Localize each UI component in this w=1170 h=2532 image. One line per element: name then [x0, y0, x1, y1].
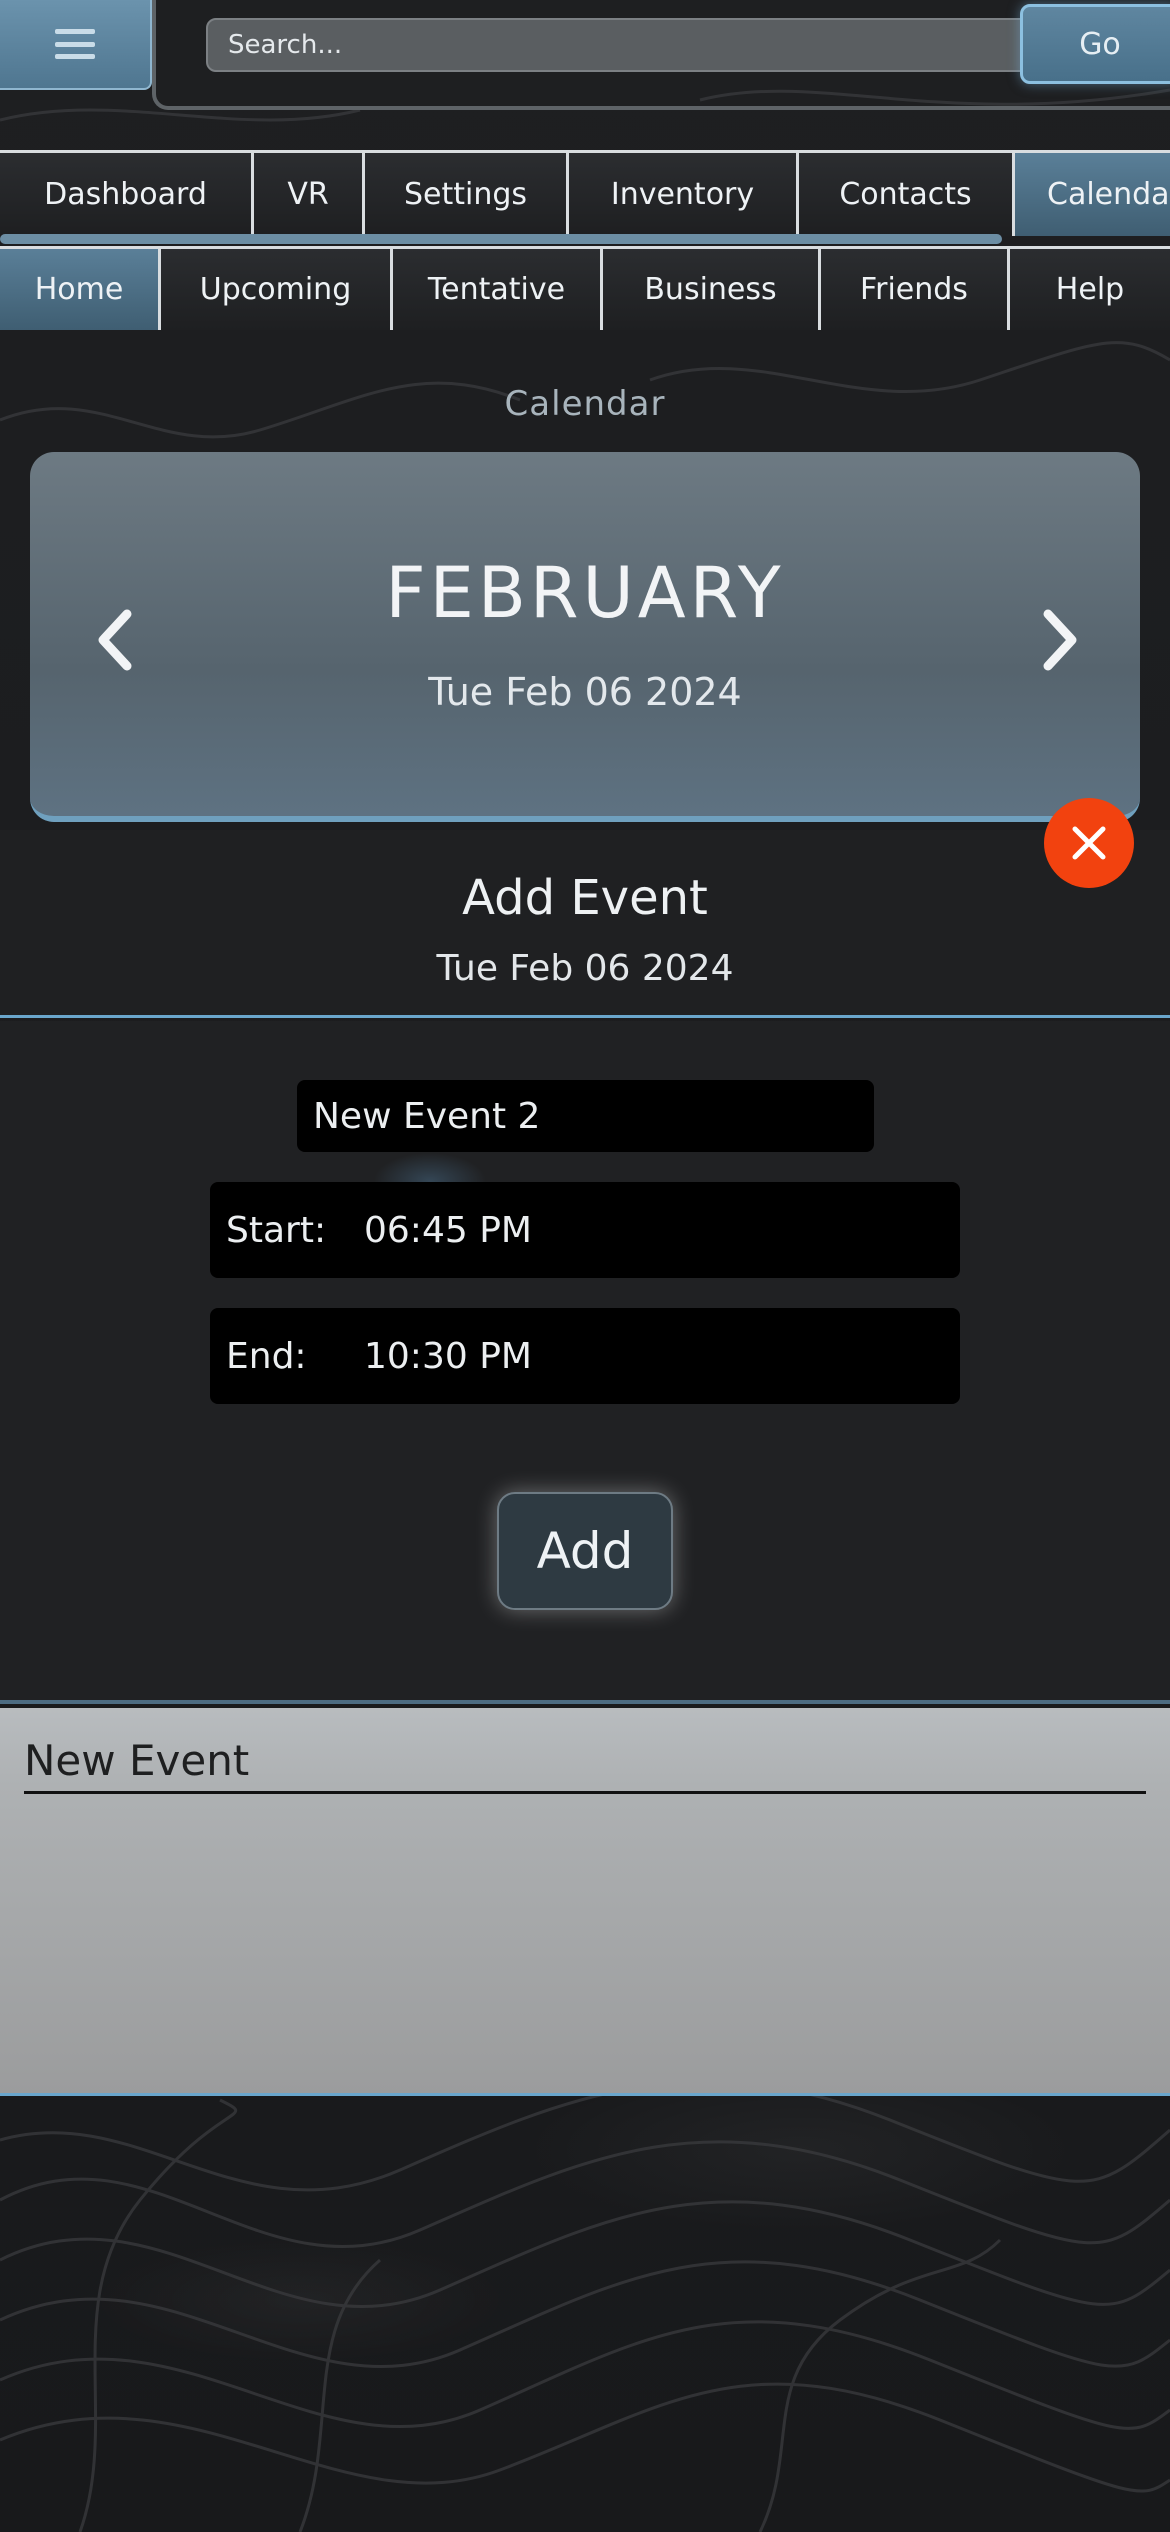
nav-item-contacts[interactable]: Contacts — [799, 150, 1015, 236]
next-month-button[interactable] — [1025, 600, 1095, 680]
selected-date: Tue Feb 06 2024 — [428, 670, 742, 714]
secondary-nav: Home Upcoming Tentative Business Friends… — [0, 246, 1170, 330]
tab-friends[interactable]: Friends — [821, 246, 1010, 330]
search-container: Search... — [152, 0, 1170, 110]
go-button[interactable]: Go — [1020, 4, 1170, 84]
tab-tentative[interactable]: Tentative — [393, 246, 603, 330]
start-label: Start: — [226, 1209, 327, 1251]
tab-business[interactable]: Business — [603, 246, 821, 330]
end-time-field[interactable]: End: 10:30 PM — [210, 1308, 960, 1404]
nav-item-vr[interactable]: VR — [254, 150, 365, 236]
primary-nav: Dashboard VR Settings Inventory Contacts… — [0, 150, 1170, 236]
top-bar: Search... Go — [0, 0, 1170, 110]
nav-scroll-indicator[interactable] — [0, 234, 1002, 244]
menu-button[interactable] — [0, 0, 152, 90]
nav-item-settings[interactable]: Settings — [365, 150, 569, 236]
add-button[interactable]: Add — [497, 1492, 673, 1610]
chevron-right-icon — [1043, 609, 1077, 671]
add-event-date: Tue Feb 06 2024 — [436, 948, 734, 989]
start-time-value: 06:45 PM — [364, 1209, 532, 1251]
end-time-value: 10:30 PM — [364, 1335, 532, 1377]
nav-item-dashboard[interactable]: Dashboard — [0, 150, 254, 236]
tab-home[interactable]: Home — [0, 246, 161, 330]
month-name: FEBRUARY — [385, 552, 785, 634]
page-title: Calendar — [504, 384, 666, 424]
list-item[interactable]: New Event — [24, 1736, 1146, 1794]
event-name-input[interactable]: New Event 2 — [297, 1080, 874, 1152]
nav-item-inventory[interactable]: Inventory — [569, 150, 799, 236]
add-event-title: Add Event — [462, 870, 708, 926]
hamburger-icon — [55, 29, 95, 59]
start-time-field[interactable]: Start: 06:45 PM — [210, 1182, 960, 1278]
month-panel: FEBRUARY Tue Feb 06 2024 — [30, 452, 1140, 822]
add-event-form: New Event 2 Start: 06:45 PM End: 10:30 P… — [0, 1021, 1170, 1704]
tab-upcoming[interactable]: Upcoming — [161, 246, 393, 330]
add-event-header: Add Event Tue Feb 06 2024 — [0, 830, 1170, 1018]
end-label: End: — [226, 1335, 307, 1377]
close-button[interactable] — [1044, 798, 1134, 888]
tab-help[interactable]: Help — [1010, 246, 1170, 330]
events-list: New Event — [0, 1708, 1170, 2096]
close-icon — [1072, 826, 1106, 860]
nav-item-calendar[interactable]: Calendar — [1015, 150, 1170, 236]
